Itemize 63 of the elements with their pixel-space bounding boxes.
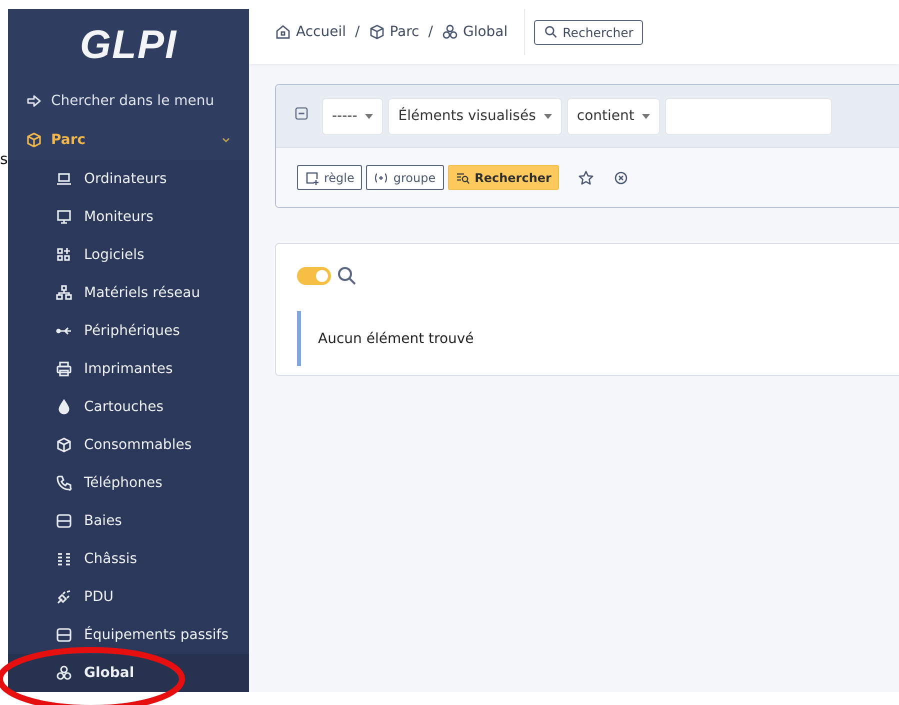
sidebar-item[interactable]: Baies	[8, 502, 249, 540]
clear-icon[interactable]	[613, 170, 630, 186]
item-icon	[56, 171, 72, 187]
caret-icon	[544, 114, 552, 118]
caret-icon	[365, 114, 374, 118]
sidebar-item[interactable]: Global	[8, 654, 249, 692]
search-icon	[544, 25, 558, 39]
sidebar-item[interactable]: Consommables	[8, 426, 249, 464]
item-icon	[56, 247, 72, 263]
crumb-icon	[442, 24, 458, 40]
item-icon	[56, 589, 72, 605]
menu-section[interactable]: Parc	[8, 120, 249, 160]
search-list-icon	[456, 170, 470, 184]
caret-icon	[642, 114, 650, 118]
sidebar-item[interactable]: Châssis	[8, 540, 249, 578]
menu-search-link[interactable]: Chercher dans le menu	[8, 82, 249, 120]
crumb-icon	[275, 24, 291, 40]
item-icon	[56, 551, 72, 567]
star-icon[interactable]	[578, 170, 594, 186]
value-field[interactable]	[665, 98, 832, 134]
text-fragment: s	[0, 150, 8, 168]
sidebar-item[interactable]: Ordinateurs	[8, 160, 249, 198]
search-button[interactable]: Rechercher	[534, 20, 644, 44]
breadcrumb-link[interactable]: Parc	[390, 24, 420, 40]
item-icon	[56, 399, 72, 415]
collapse-icon[interactable]	[295, 107, 308, 120]
item-icon	[56, 513, 72, 529]
item-icon	[56, 437, 72, 453]
sidebar-item[interactable]: Imprimantes	[8, 350, 249, 388]
add-rule-icon	[305, 170, 319, 184]
crumb-icon	[368, 24, 385, 40]
criteria-button[interactable]: règle	[297, 165, 362, 190]
sidebar-item[interactable]: Équipements passifs	[8, 616, 249, 654]
item-icon	[56, 627, 72, 643]
logo: GLPI	[78, 22, 178, 68]
item-icon	[56, 475, 72, 491]
item-icon	[56, 361, 72, 377]
dropdown[interactable]: -----	[322, 98, 384, 134]
breadcrumb-separator: /	[355, 24, 360, 40]
breadcrumb-separator: /	[428, 24, 433, 40]
dropdown[interactable]: contient	[566, 98, 660, 134]
sidebar-item[interactable]: Cartouches	[8, 388, 249, 426]
chevron-icon	[221, 135, 231, 145]
arrow-right-icon	[26, 93, 42, 109]
dropdown[interactable]: Éléments visualisés	[388, 98, 562, 134]
item-icon	[56, 209, 72, 225]
breadcrumb-link[interactable]: Global	[462, 24, 508, 40]
criteria-button[interactable]: Rechercher	[448, 165, 560, 190]
sidebar-item[interactable]: Logiciels	[8, 236, 249, 274]
sidebar-item[interactable]: Téléphones	[8, 464, 249, 502]
search-icon[interactable]	[337, 266, 357, 286]
empty-message: Aucun élément trouvé	[318, 330, 474, 346]
sidebar-item[interactable]: Matériels réseau	[8, 274, 249, 312]
toggle-switch[interactable]	[297, 267, 331, 285]
box-icon	[26, 132, 42, 148]
sidebar-item[interactable]: Moniteurs	[8, 198, 249, 236]
item-icon	[56, 285, 72, 301]
sidebar-item[interactable]: PDU	[8, 578, 249, 616]
item-icon	[56, 665, 72, 681]
sidebar-item[interactable]: Périphériques	[8, 312, 249, 350]
criteria-button[interactable]: groupe	[366, 165, 444, 190]
braces-icon	[374, 172, 388, 182]
breadcrumb-link[interactable]: Accueil	[296, 24, 346, 40]
